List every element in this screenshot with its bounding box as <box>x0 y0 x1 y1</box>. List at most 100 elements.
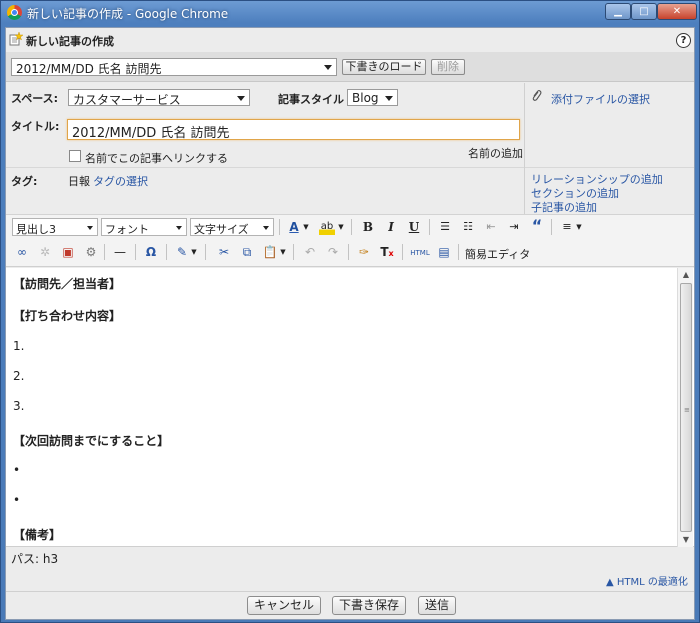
underline-icon[interactable]: U <box>406 219 422 235</box>
toolbar-separator <box>402 244 403 260</box>
template-dropdown-icon[interactable]: ▼ <box>190 244 198 260</box>
editor-list-item: 1. <box>13 339 25 353</box>
text-color-dropdown-icon[interactable]: ▼ <box>302 219 310 235</box>
dialog-footer: キャンセル 下書き保存 送信 <box>6 591 694 619</box>
cut-icon[interactable]: ✂ <box>216 244 232 260</box>
toolbar-separator <box>205 244 206 260</box>
select-tags-link[interactable]: タグの選択 <box>93 173 148 189</box>
toolbar-separator <box>551 219 552 235</box>
space-select[interactable]: カスタマーサービス <box>68 89 250 107</box>
draft-select[interactable]: 2012/MM/DD 氏名 訪問先 <box>11 58 337 76</box>
dialog-content: 新しい記事の作成 ? 2012/MM/DD 氏名 訪問先 下書きのロード 削除 … <box>5 27 695 620</box>
maximize-button[interactable]: □ <box>631 3 657 20</box>
image-icon[interactable]: ▣ <box>60 244 76 260</box>
html-source-icon[interactable]: HTML <box>409 245 431 261</box>
toolbar-separator <box>279 219 280 235</box>
toolbar-separator <box>104 244 105 260</box>
font-size-select-value: 文字サイズ <box>194 223 249 236</box>
browser-window: 新しい記事の作成 - Google Chrome ▁ □ ✕ 新しい記事の作成 … <box>0 0 700 623</box>
highlight-color-icon[interactable]: ab <box>319 219 335 235</box>
title-bar: 新しい記事の作成 - Google Chrome ▁ □ ✕ <box>1 1 699 25</box>
heading-select[interactable]: 見出し3 <box>12 218 98 236</box>
paste-dropdown-icon[interactable]: ▼ <box>279 244 287 260</box>
link-by-name-label: 名前でこの記事へリンクする <box>85 152 228 165</box>
toolbar-separator <box>429 219 430 235</box>
editor-heading: 【訪問先／担当者】 <box>13 277 122 291</box>
scroll-up-icon[interactable]: ▲ <box>678 268 694 282</box>
horizontal-rule-icon[interactable]: — <box>112 244 128 260</box>
editor-heading: 【備考】 <box>13 528 62 542</box>
side-links: 添付ファイルの選択 リレーションシップの追加 セクションの追加 子記事の追加 <box>524 83 694 214</box>
save-draft-button[interactable]: 下書き保存 <box>332 596 406 615</box>
toolbar-separator <box>166 244 167 260</box>
space-label: スペース: <box>11 92 59 105</box>
undo-icon[interactable]: ↶ <box>302 244 318 260</box>
unlink-icon[interactable]: ✲ <box>37 244 53 260</box>
redo-icon[interactable]: ↷ <box>325 244 341 260</box>
add-child-article-link[interactable]: 子記事の追加 <box>531 199 597 215</box>
scroll-down-icon[interactable]: ▼ <box>678 533 694 547</box>
space-select-value: カスタマーサービス <box>73 93 181 107</box>
preview-icon[interactable]: ▤ <box>436 244 452 260</box>
close-button[interactable]: ✕ <box>657 3 697 20</box>
title-label: タイトル: <box>11 120 60 133</box>
outdent-icon[interactable]: ⇤ <box>483 219 499 235</box>
macro-gear-icon[interactable]: ⚙ <box>83 244 99 260</box>
help-icon[interactable]: ? <box>676 33 691 48</box>
blockquote-icon[interactable]: “ <box>529 218 545 234</box>
toolbar-separator <box>293 244 294 260</box>
grip-icon: ≡ <box>684 406 690 414</box>
editor-scrollbar[interactable]: ▲ ≡ ▼ <box>677 268 693 547</box>
bold-icon[interactable]: B <box>360 219 376 235</box>
paperclip-icon <box>532 90 542 101</box>
chevron-down-icon <box>237 96 245 101</box>
editor-heading: 【打ち合わせ内容】 <box>13 309 122 323</box>
format-painter-icon[interactable]: ✑ <box>356 244 372 260</box>
article-form: スペース: カスタマーサービス 記事スタイル Blog タイトル: 2012/M… <box>6 83 694 214</box>
numbered-list-icon[interactable]: ☰ <box>437 219 453 235</box>
toolbar-separator <box>135 244 136 260</box>
highlight-dropdown-icon[interactable]: ▼ <box>337 219 345 235</box>
attach-file-link[interactable]: 添付ファイルの選択 <box>551 91 650 107</box>
editor-heading: 【次回訪問までにすること】 <box>13 434 170 448</box>
editor-bullet: • <box>13 463 21 477</box>
link-by-name-checkbox[interactable] <box>69 150 81 162</box>
italic-icon[interactable]: I <box>383 219 399 235</box>
draft-row: 2012/MM/DD 氏名 訪問先 下書きのロード 削除 <box>6 52 694 82</box>
load-draft-button[interactable]: 下書きのロード <box>342 59 426 75</box>
chevron-down-icon <box>324 65 332 70</box>
toolbar-separator <box>351 219 352 235</box>
chevron-down-icon <box>385 96 393 101</box>
editor-content[interactable]: 【訪問先／担当者】 【打ち合わせ内容】 1. 2. 3. 【次回訪問までにするこ… <box>13 268 673 547</box>
link-icon[interactable]: ∞ <box>14 244 30 260</box>
indent-icon[interactable]: ⇥ <box>506 219 522 235</box>
text-color-icon[interactable]: A <box>286 219 302 235</box>
align-icon[interactable]: ≡ <box>559 219 575 235</box>
editor-list-item: 3. <box>13 399 25 413</box>
scrollbar-thumb[interactable]: ≡ <box>680 283 692 532</box>
font-size-select[interactable]: 文字サイズ <box>190 218 274 236</box>
submit-button[interactable]: 送信 <box>418 596 456 615</box>
editor-list-item: 2. <box>13 369 25 383</box>
clear-format-icon[interactable]: Tx <box>379 244 395 260</box>
window-title: 新しい記事の作成 - Google Chrome <box>27 7 229 21</box>
font-select[interactable]: フォント <box>101 218 187 236</box>
style-select[interactable]: Blog <box>347 89 398 106</box>
template-icon[interactable]: ✎ <box>174 244 190 260</box>
heading-select-value: 見出し3 <box>16 223 56 236</box>
editor-area[interactable]: 【訪問先／担当者】 【打ち合わせ内容】 1. 2. 3. 【次回訪問までにするこ… <box>6 268 694 547</box>
add-name-link[interactable]: 名前の追加 <box>468 145 523 161</box>
paste-icon[interactable]: 📋 <box>262 244 278 260</box>
title-input[interactable]: 2012/MM/DD 氏名 訪問先 <box>67 119 520 141</box>
tags-label: タグ: <box>11 175 38 188</box>
simple-editor-button[interactable]: 簡易エディタ <box>465 246 530 262</box>
align-dropdown-icon[interactable]: ▼ <box>575 219 583 235</box>
cancel-button[interactable]: キャンセル <box>247 596 321 615</box>
special-char-icon[interactable]: Ω <box>143 244 159 260</box>
copy-icon[interactable]: ⧉ <box>239 244 255 260</box>
bullet-list-icon[interactable]: ☷ <box>460 219 476 235</box>
chevron-down-icon <box>87 226 93 230</box>
html-optimize-link[interactable]: ▲ HTML の最適化 <box>606 573 688 588</box>
delete-draft-button[interactable]: 削除 <box>431 59 465 75</box>
minimize-button[interactable]: ▁ <box>605 3 631 20</box>
